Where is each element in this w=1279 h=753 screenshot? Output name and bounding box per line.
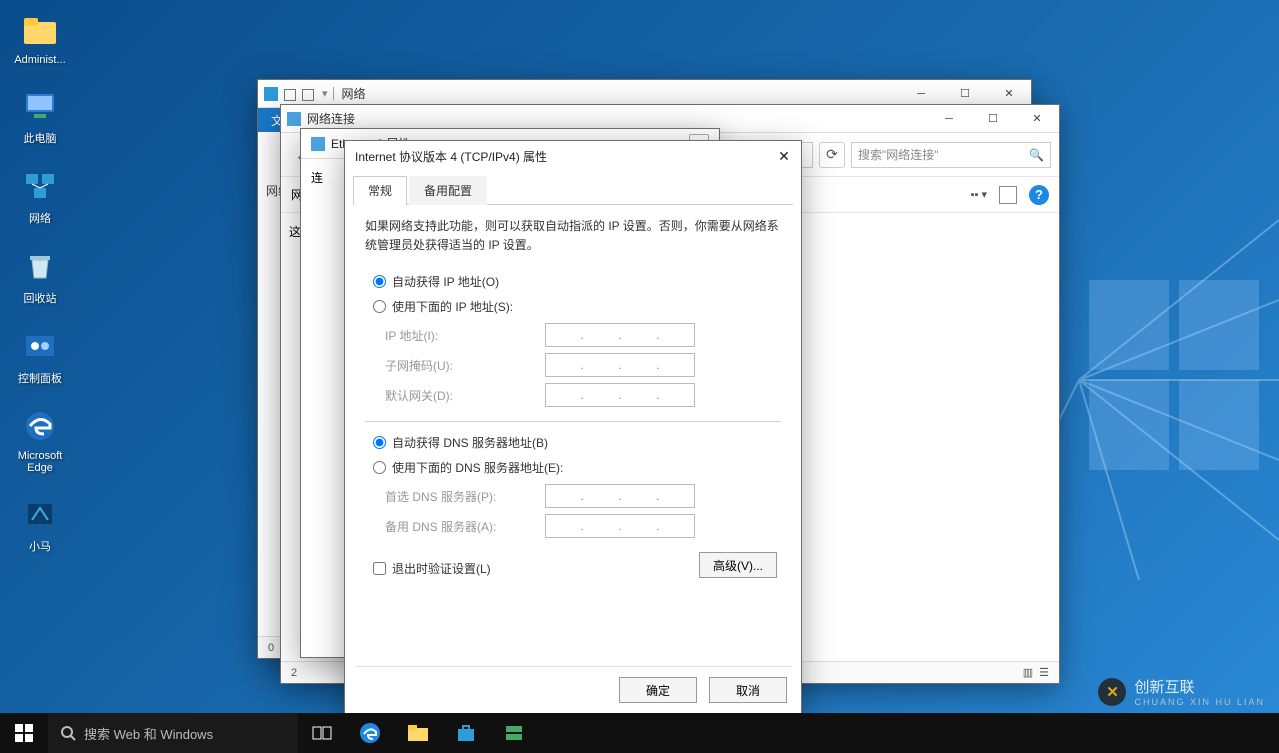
titlebar[interactable]: Internet 协议版本 4 (TCP/IPv4) 属性 ✕ bbox=[345, 141, 801, 171]
input-default-gateway: ... bbox=[545, 383, 695, 407]
dialog-title: Internet 协议版本 4 (TCP/IPv4) 属性 bbox=[355, 148, 547, 165]
desktop-icon-controlpanel[interactable]: 控制面板 bbox=[10, 326, 70, 386]
watermark: ✕ 创新互联 CHUANG XIN HU LIAN bbox=[1098, 676, 1265, 707]
tab-alternate[interactable]: 备用配置 bbox=[409, 176, 487, 205]
taskview-icon bbox=[312, 725, 332, 741]
desktop-icon-recycle[interactable]: 回收站 bbox=[10, 246, 70, 306]
view-toggle-icon[interactable] bbox=[999, 186, 1017, 204]
taskbar-search[interactable]: 搜索 Web 和 Windows bbox=[48, 713, 298, 753]
radio-manual-dns[interactable] bbox=[373, 461, 386, 474]
store-icon bbox=[456, 723, 476, 743]
window-title: 网络连接 bbox=[301, 110, 927, 127]
control-icon bbox=[20, 326, 60, 366]
input-preferred-dns: ... bbox=[545, 484, 695, 508]
folder-icon bbox=[407, 724, 429, 742]
close-button[interactable]: ✕ bbox=[773, 145, 795, 167]
network-icon bbox=[20, 166, 60, 206]
dialog-footer: 确定 取消 bbox=[345, 667, 801, 717]
dialog-ipv4-properties: Internet 协议版本 4 (TCP/IPv4) 属性 ✕ 常规 备用配置 … bbox=[344, 140, 802, 718]
adapter-icon bbox=[311, 137, 325, 151]
search-icon bbox=[60, 725, 76, 741]
radio-auto-dns-row[interactable]: 自动获得 DNS 服务器地址(B) bbox=[373, 434, 781, 451]
input-alternate-dns: ... bbox=[545, 514, 695, 538]
dialog-body: 如果网络支持此功能，则可以获取自动指派的 IP 设置。否则，你需要从网络系统管理… bbox=[345, 205, 801, 666]
view-dropdown-icon[interactable]: ▪▪ ▾ bbox=[971, 188, 987, 201]
network-small-icon bbox=[264, 87, 278, 101]
radio-manual-dns-label[interactable]: 使用下面的 DNS 服务器地址(E): bbox=[392, 459, 563, 476]
window-title: 网络 bbox=[341, 85, 899, 102]
refresh-button[interactable]: ⟳ bbox=[819, 142, 845, 168]
qat-icon[interactable] bbox=[300, 87, 314, 101]
radio-auto-dns[interactable] bbox=[373, 436, 386, 449]
desktop-icons: Administ... 此电脑 网络 回收站 控制面板 Microsoft Ed… bbox=[10, 10, 70, 554]
watermark-brand: 创新互联 bbox=[1134, 679, 1194, 696]
search-icon: 🔍 bbox=[1029, 148, 1044, 162]
recycle-icon bbox=[20, 246, 60, 286]
ok-button[interactable]: 确定 bbox=[619, 677, 697, 703]
edge-icon bbox=[20, 406, 60, 446]
advanced-button[interactable]: 高级(V)... bbox=[699, 552, 777, 578]
radio-auto-ip-row[interactable]: 自动获得 IP 地址(O) bbox=[373, 273, 781, 290]
input-subnet-mask: ... bbox=[545, 353, 695, 377]
tab-general[interactable]: 常规 bbox=[353, 176, 407, 205]
netconn-icon bbox=[287, 112, 301, 126]
user-folder-icon bbox=[20, 10, 60, 50]
close-button[interactable]: ✕ bbox=[1015, 105, 1059, 133]
taskbar: 搜索 Web 和 Windows bbox=[0, 713, 1279, 753]
view-icon-large[interactable]: ▥ bbox=[1023, 666, 1033, 679]
checkbox-validate[interactable] bbox=[373, 562, 386, 575]
qat-icon[interactable] bbox=[282, 87, 296, 101]
input-ip-address: ... bbox=[545, 323, 695, 347]
start-button[interactable] bbox=[0, 713, 48, 753]
app-icon bbox=[20, 494, 60, 534]
radio-manual-ip[interactable] bbox=[373, 300, 386, 313]
label-ip: IP 地址(I): bbox=[385, 327, 545, 344]
taskbar-app-store[interactable] bbox=[442, 713, 490, 753]
label-preferred-dns: 首选 DNS 服务器(P): bbox=[385, 488, 545, 505]
desktop-icon-thispc[interactable]: 此电脑 bbox=[10, 86, 70, 146]
taskview-button[interactable] bbox=[298, 713, 346, 753]
checkbox-validate-label[interactable]: 退出时验证设置(L) bbox=[392, 560, 491, 577]
radio-auto-ip-label[interactable]: 自动获得 IP 地址(O) bbox=[392, 273, 499, 290]
desktop-icon-xiaoma[interactable]: 小马 bbox=[10, 494, 70, 554]
label-alternate-dns: 备用 DNS 服务器(A): bbox=[385, 518, 545, 535]
radio-auto-dns-label[interactable]: 自动获得 DNS 服务器地址(B) bbox=[392, 434, 548, 451]
taskbar-app-server[interactable] bbox=[490, 713, 538, 753]
radio-manual-ip-label[interactable]: 使用下面的 IP 地址(S): bbox=[392, 298, 513, 315]
server-icon bbox=[504, 723, 524, 743]
taskbar-app-edge[interactable] bbox=[346, 713, 394, 753]
qat-icons: ▾ │ bbox=[264, 87, 341, 101]
radio-manual-ip-row[interactable]: 使用下面的 IP 地址(S): bbox=[373, 298, 781, 315]
minimize-button[interactable]: ─ bbox=[927, 105, 971, 133]
label-gateway: 默认网关(D): bbox=[385, 387, 545, 404]
view-icon-details[interactable]: ☰ bbox=[1039, 666, 1049, 679]
help-icon[interactable]: ? bbox=[1029, 185, 1049, 205]
watermark-sub: CHUANG XIN HU LIAN bbox=[1134, 697, 1265, 707]
search-box[interactable]: 搜索"网络连接" 🔍 bbox=[851, 142, 1051, 168]
cancel-button[interactable]: 取消 bbox=[709, 677, 787, 703]
desktop-icon-administrator[interactable]: Administ... bbox=[10, 10, 70, 66]
radio-auto-ip[interactable] bbox=[373, 275, 386, 288]
taskbar-app-explorer[interactable] bbox=[394, 713, 442, 753]
checkbox-validate-row[interactable]: 退出时验证设置(L) bbox=[373, 560, 491, 577]
radio-manual-dns-row[interactable]: 使用下面的 DNS 服务器地址(E): bbox=[373, 459, 781, 476]
watermark-logo-icon: ✕ bbox=[1098, 678, 1126, 706]
tabs: 常规 备用配置 bbox=[353, 175, 793, 205]
desktop-icon-edge[interactable]: Microsoft Edge bbox=[10, 406, 70, 474]
edge-icon bbox=[359, 722, 381, 744]
label-subnet-mask: 子网掩码(U): bbox=[385, 357, 545, 374]
windows-logo-icon bbox=[15, 724, 33, 742]
desktop-icon-network[interactable]: 网络 bbox=[10, 166, 70, 226]
description-text: 如果网络支持此功能，则可以获取自动指派的 IP 设置。否则，你需要从网络系统管理… bbox=[365, 217, 781, 255]
maximize-button[interactable]: ☐ bbox=[971, 105, 1015, 133]
pc-icon bbox=[20, 86, 60, 126]
